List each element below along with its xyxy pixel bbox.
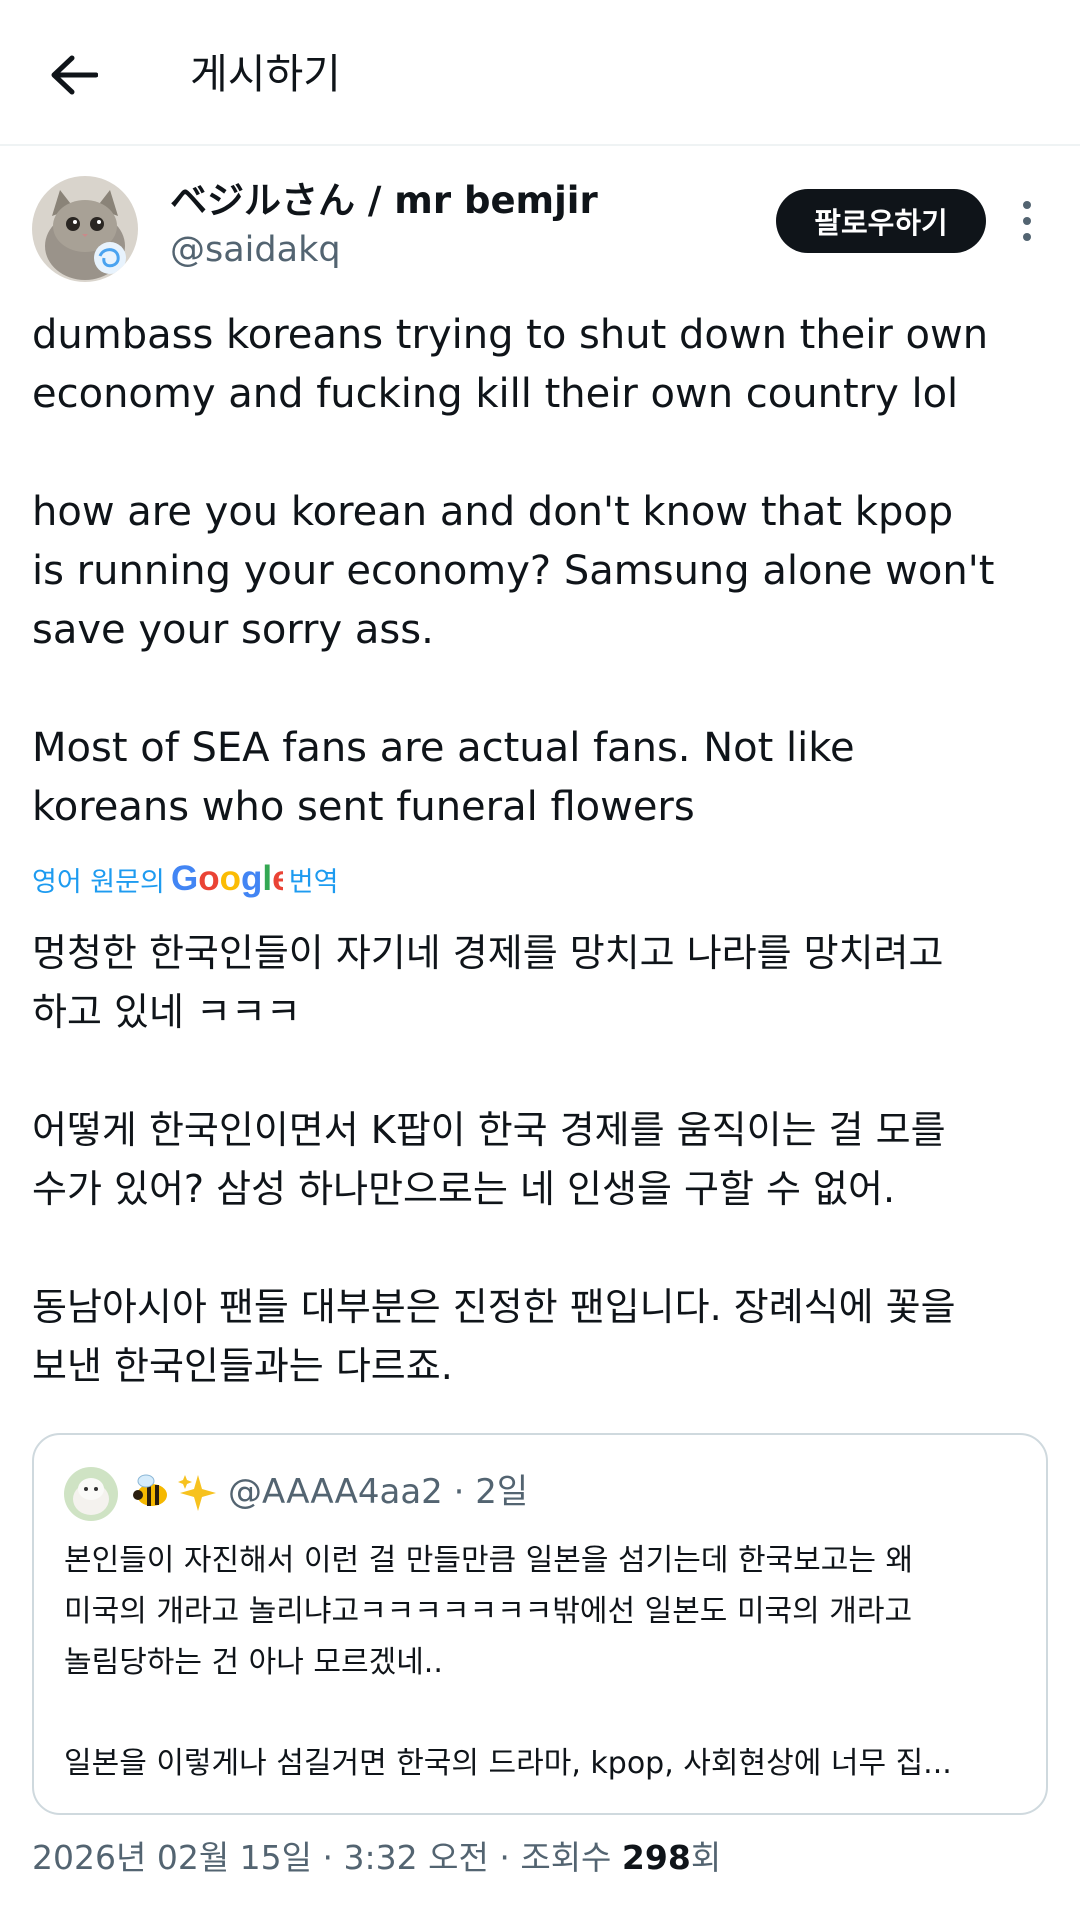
quoted-handle[interactable]: @AAAA4aa2 — [228, 1472, 443, 1512]
sparkles-icon — [178, 1475, 216, 1511]
more-options-button[interactable] — [1016, 196, 1038, 246]
views-label: 조회수 — [520, 1838, 612, 1877]
translated-text: 멍청한 한국인들이 자기네 경제를 망치고 나라를 망치려고 하고 있네 ㅋㅋㅋ… — [32, 931, 956, 1388]
translate-suffix: 번역 — [288, 866, 339, 898]
author-avatar[interactable] — [32, 176, 138, 282]
tweet-meta: 2026년 02월 15일 · 3:32 오전 · 조회수 298회 — [32, 1835, 721, 1881]
more-vertical-icon — [1023, 201, 1031, 241]
tweet-date: 2026년 02월 15일 — [32, 1838, 313, 1877]
quoted-separator: · — [442, 1472, 476, 1512]
quoted-header: @AAAA4aa2 · 2일 — [228, 1469, 528, 1515]
back-button[interactable] — [38, 42, 110, 108]
arrow-left-icon — [51, 55, 98, 95]
meta-separator: · — [312, 1838, 344, 1877]
translation-label[interactable]: 영어 원문의 Google 번역 — [32, 856, 338, 902]
views-suffix: 회 — [690, 1838, 722, 1877]
quoted-emoji — [130, 1471, 218, 1513]
follow-button[interactable]: 팔로우하기 — [776, 189, 986, 253]
quoted-avatar — [64, 1467, 118, 1521]
author-handle[interactable]: @saidakq — [170, 228, 341, 272]
tweet-time: 3:32 오전 — [343, 1838, 489, 1877]
views-count[interactable]: 298 — [622, 1838, 691, 1877]
quoted-text-truncated: 일본을 이렇게나 섬길거면 한국의 드라마, kpop, 사회현상에 너무 집.… — [64, 1746, 952, 1781]
translate-prefix: 영어 원문의 — [32, 866, 165, 898]
quoted-time: 2일 — [475, 1472, 529, 1512]
top-bar: 게시하기 — [0, 0, 1080, 146]
page-title: 게시하기 — [190, 50, 341, 98]
quoted-tweet-card[interactable]: @AAAA4aa2 · 2일 본인들이 자진해서 이런 걸 만들만큼 일본을 섬… — [32, 1433, 1048, 1815]
quoted-text: 본인들이 자진해서 이런 걸 만들만큼 일본을 섬기는데 한국보고는 왜 미국의… — [64, 1543, 914, 1680]
bee-icon — [133, 1474, 167, 1506]
meta-separator: · — [488, 1838, 521, 1877]
author-name[interactable]: ベジルさん / mr bemjir — [170, 178, 598, 224]
svg-text:Google: Google — [171, 859, 283, 898]
tweet-text: dumbass koreans trying to shut down thei… — [32, 312, 995, 830]
google-logo-icon: Google — [171, 859, 283, 899]
